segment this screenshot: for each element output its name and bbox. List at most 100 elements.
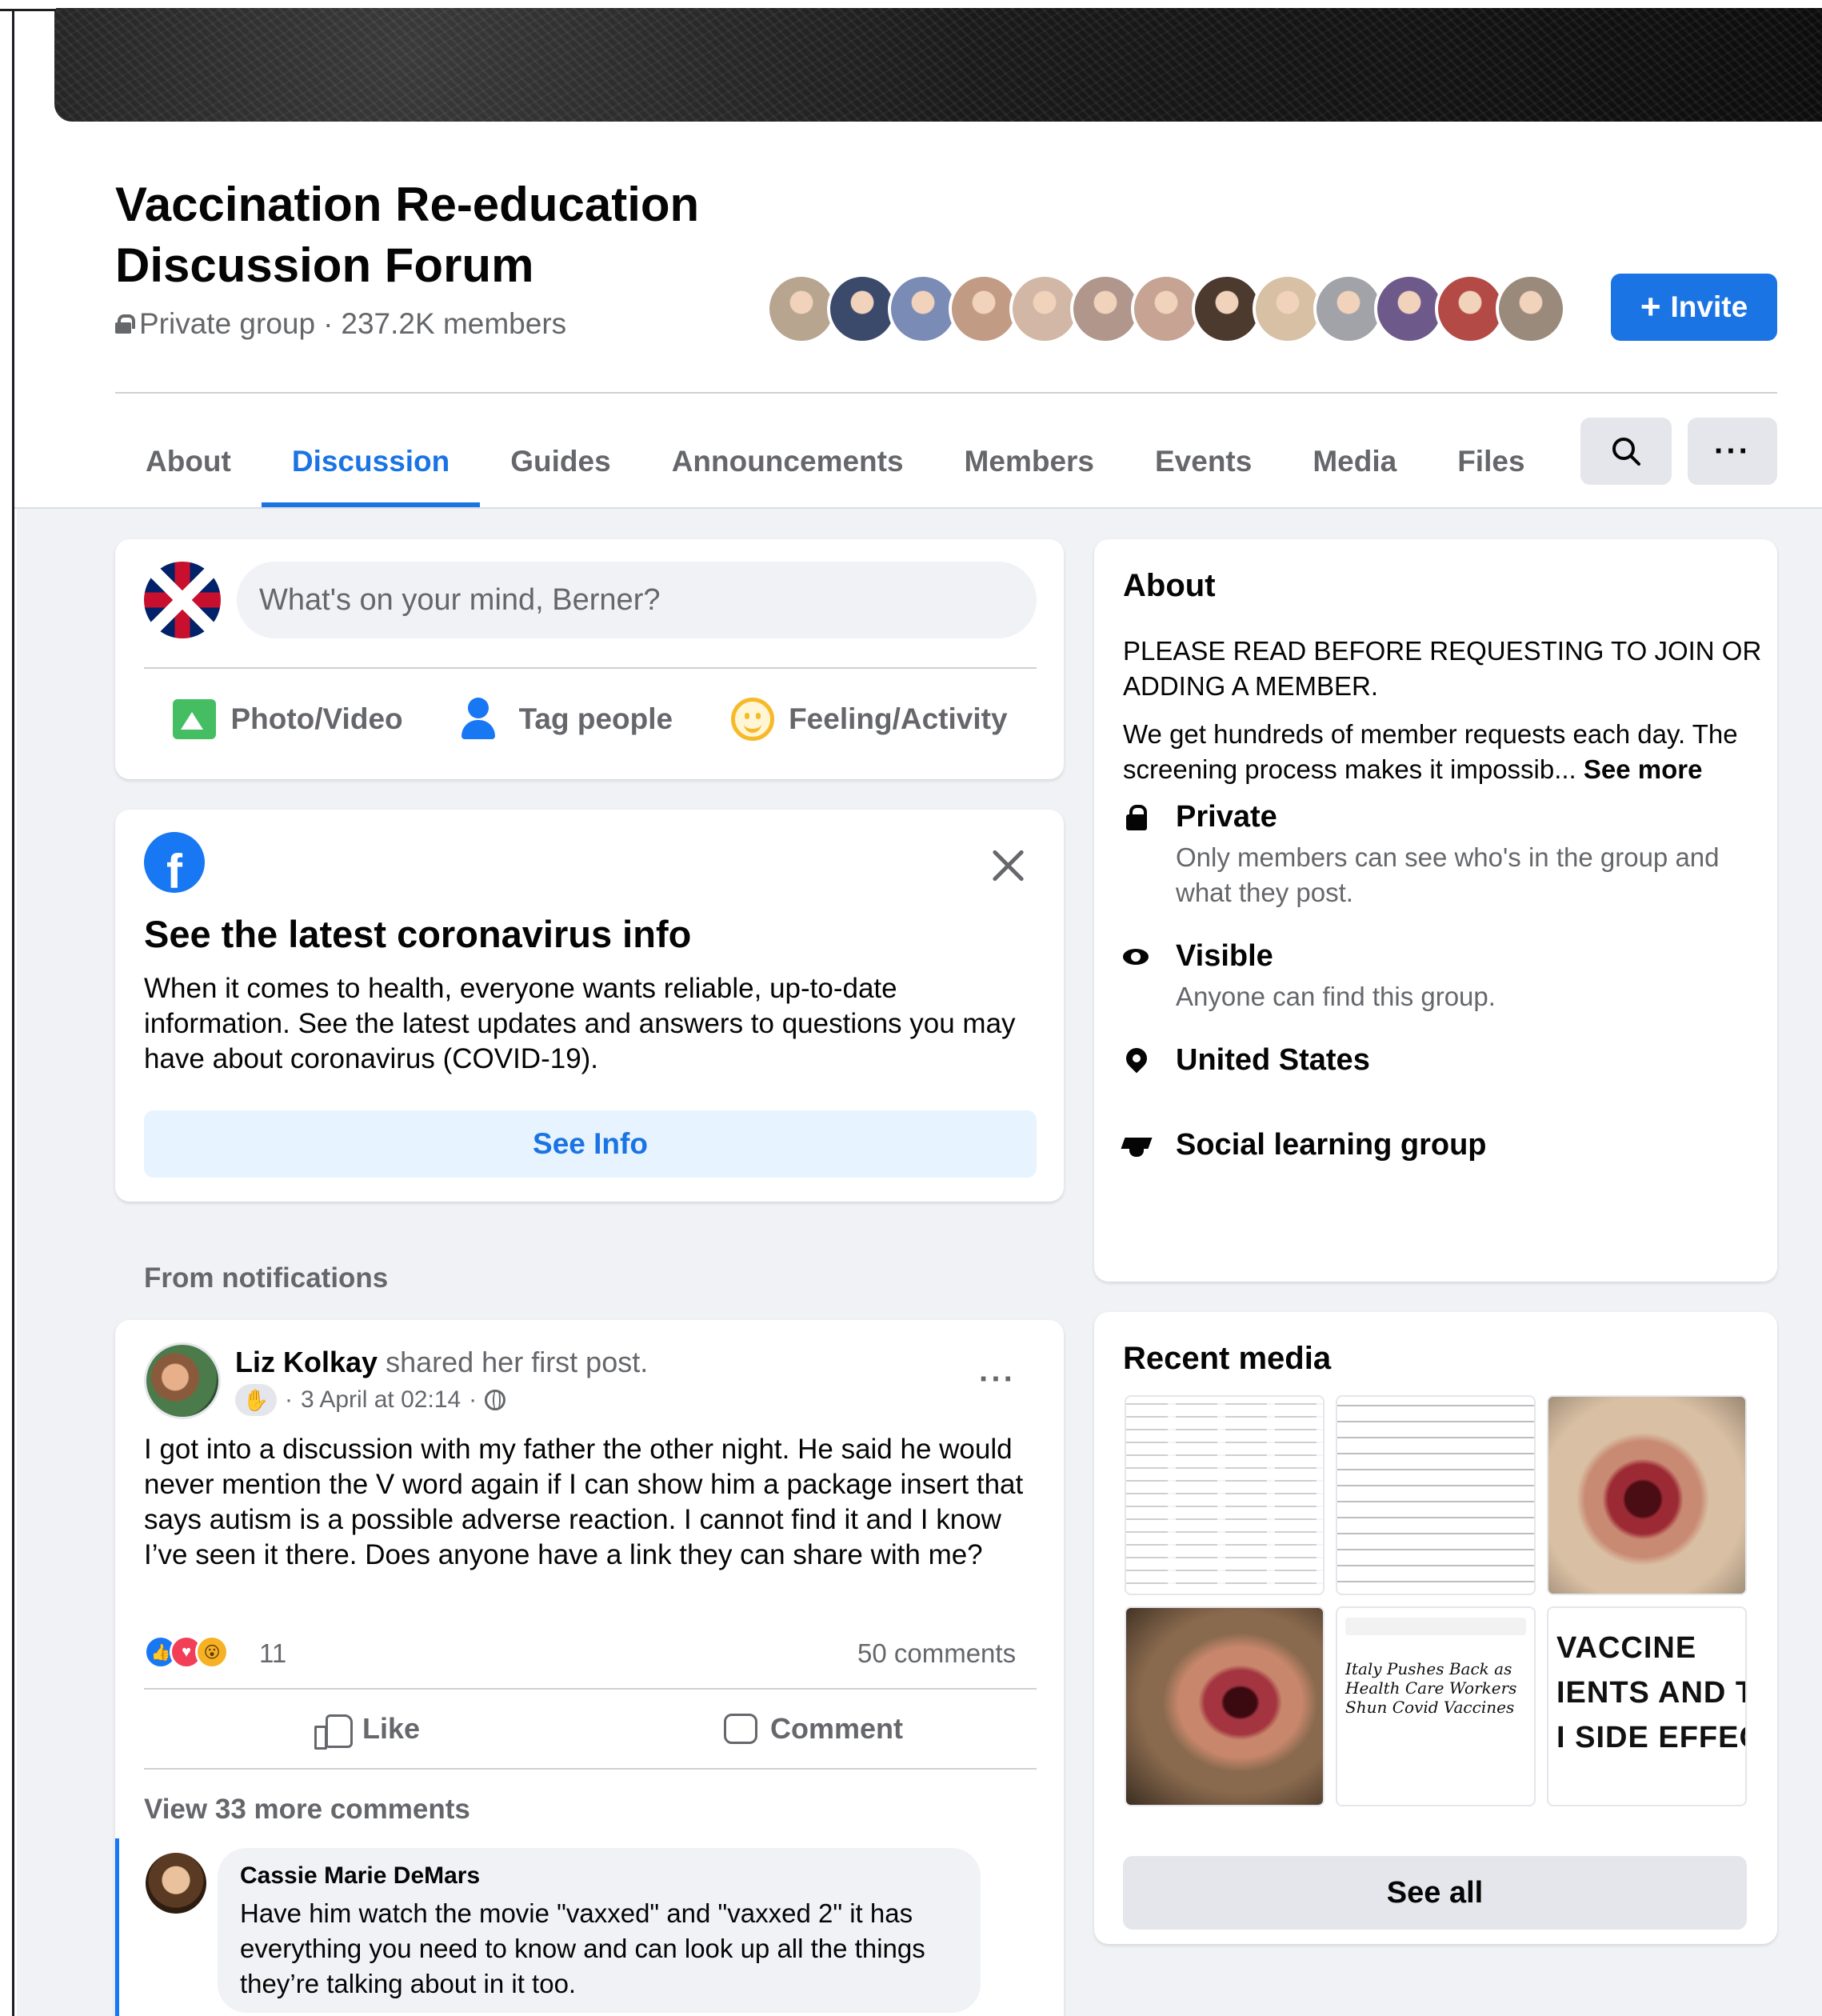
about-item-title: United States — [1176, 1043, 1370, 1077]
post-actions: Like Comment — [144, 1690, 1037, 1768]
post-timestamp[interactable]: 3 April at 02:14 — [301, 1386, 461, 1414]
composer-placeholder: What's on your mind, Berner? — [259, 582, 661, 617]
invite-button[interactable]: + Invite — [1611, 274, 1777, 341]
comment-button[interactable]: Comment — [590, 1690, 1037, 1768]
group-member-count[interactable]: 237.2K members — [341, 307, 566, 341]
about-description-1: PLEASE READ BEFORE REQUESTING TO JOIN OR… — [1123, 636, 1762, 701]
reactions-summary[interactable]: 👍 ♥ 😮 — [144, 1635, 229, 1669]
search-icon — [1612, 438, 1640, 466]
about-item-title: Visible — [1176, 939, 1273, 973]
media-grid: Italy Pushes Back as Health Care Workers… — [1125, 1395, 1747, 1806]
member-avatar[interactable] — [888, 274, 958, 344]
group-tabs: About Discussion Guides Announcements Member… — [115, 416, 1556, 507]
tab-members[interactable]: Members — [934, 416, 1125, 507]
search-button[interactable] — [1580, 418, 1672, 485]
member-avatar[interactable] — [1131, 274, 1201, 344]
tab-announcements[interactable]: Announcements — [641, 416, 934, 507]
comment-label: Comment — [769, 1712, 903, 1745]
reaction-count[interactable]: 11 — [259, 1638, 286, 1669]
more-options-button[interactable]: ··· — [1688, 418, 1777, 485]
media-thumbnail[interactable]: Italy Pushes Back as Health Care Workers… — [1336, 1606, 1536, 1806]
tag-people-icon — [461, 698, 505, 741]
media-thumbnail[interactable] — [1336, 1395, 1536, 1595]
media-thumbnail[interactable]: VACCINE IENTS AND T I SIDE EFFEC — [1547, 1606, 1747, 1806]
media-thumbnail[interactable] — [1125, 1606, 1325, 1806]
comment-count[interactable]: 50 comments — [857, 1638, 1016, 1669]
globe-icon — [485, 1390, 506, 1410]
member-avatar[interactable] — [1313, 274, 1384, 344]
tab-discussion[interactable]: Discussion — [261, 416, 481, 507]
media-thumbnail[interactable] — [1125, 1395, 1325, 1595]
commenter-avatar[interactable] — [146, 1853, 206, 1914]
member-avatar[interactable] — [1009, 274, 1080, 344]
composer-actions: Photo/Video Tag people Feeling/Activity — [144, 677, 1037, 762]
covid-body: When it comes to health, everyone wants … — [144, 973, 1016, 1074]
post-header-text: Liz Kolkay shared her first post. — [235, 1346, 648, 1379]
member-avatar[interactable] — [1253, 274, 1323, 344]
see-more-link[interactable]: See more — [1584, 754, 1703, 784]
member-avatar[interactable] — [827, 274, 897, 344]
like-button[interactable]: Like — [144, 1690, 590, 1768]
member-avatar[interactable] — [1192, 274, 1262, 344]
group-title[interactable]: Vaccination Re-education Discussion Foru… — [115, 174, 835, 296]
photo-video-button[interactable]: Photo/Video — [173, 699, 403, 739]
post-author-avatar[interactable] — [144, 1342, 221, 1419]
new-member-badge-icon[interactable]: ✋ — [235, 1384, 277, 1416]
tab-events[interactable]: Events — [1125, 416, 1282, 507]
see-info-label: See Info — [533, 1127, 648, 1160]
tab-about[interactable]: About — [115, 416, 262, 507]
view-more-comments[interactable]: View 33 more comments — [144, 1794, 470, 1826]
member-avatars[interactable] — [766, 274, 1566, 344]
post-divider-bottom — [144, 1768, 1037, 1770]
meta-separator: · — [285, 1386, 293, 1413]
member-avatar[interactable] — [1496, 274, 1566, 344]
tab-media[interactable]: Media — [1282, 416, 1427, 507]
recent-media-heading: Recent media — [1123, 1341, 1332, 1376]
lock-icon — [1123, 805, 1152, 834]
wow-reaction-icon: 😮 — [195, 1635, 229, 1669]
member-avatar[interactable] — [766, 274, 837, 344]
header-divider — [115, 392, 1777, 394]
vaccine-image-text: VACCINE IENTS AND T I SIDE EFFEC — [1556, 1631, 1747, 1754]
post-body: I got into a discussion with my father t… — [144, 1434, 1024, 1570]
media-thumbnail[interactable] — [1547, 1395, 1747, 1595]
graduation-cap-icon — [1123, 1133, 1152, 1162]
composer-divider — [144, 667, 1037, 669]
see-info-button[interactable]: See Info — [144, 1110, 1037, 1178]
commenter-name[interactable]: Cassie Marie DeMars — [240, 1862, 958, 1890]
facebook-logo-icon: f — [144, 832, 205, 893]
feeling-activity-button[interactable]: Feeling/Activity — [731, 698, 1008, 741]
browser-bar — [1345, 1618, 1526, 1635]
comment-icon — [723, 1714, 757, 1744]
tab-files[interactable]: Files — [1427, 416, 1555, 507]
post-meta: ✋ · 3 April at 02:14 · — [235, 1384, 506, 1416]
about-item-title: Social learning group — [1176, 1128, 1487, 1162]
group-title-line1: Vaccination Re-education — [115, 178, 700, 231]
member-avatar[interactable] — [1070, 274, 1141, 344]
group-privacy: Private group — [139, 307, 316, 340]
feed-post: Liz Kolkay shared her first post. ✋ · 3 … — [115, 1320, 1064, 2016]
close-icon[interactable] — [990, 848, 1025, 883]
eye-icon — [1123, 944, 1152, 973]
photo-video-icon — [173, 699, 217, 739]
about-heading: About — [1123, 568, 1216, 603]
from-notifications-label: From notifications — [144, 1262, 389, 1294]
tab-guides[interactable]: Guides — [480, 416, 641, 507]
thumbs-up-icon — [314, 1713, 353, 1750]
post-menu-button[interactable]: ··· — [979, 1362, 1016, 1398]
member-avatar[interactable] — [1374, 274, 1444, 344]
composer-input[interactable]: What's on your mind, Berner? — [237, 562, 1037, 638]
member-avatar[interactable] — [1435, 274, 1505, 344]
current-user-avatar[interactable] — [144, 562, 221, 638]
about-description-2: We get hundreds of member requests each … — [1123, 717, 1763, 787]
cover-photo[interactable] — [54, 8, 1822, 122]
see-all-button[interactable]: See all — [1123, 1856, 1747, 1930]
feeling-activity-label: Feeling/Activity — [789, 702, 1008, 735]
lock-icon — [115, 314, 135, 334]
see-all-label: See all — [1386, 1875, 1484, 1910]
member-avatar[interactable] — [949, 274, 1019, 344]
more-icon: ··· — [1714, 433, 1751, 469]
feeling-icon — [731, 698, 775, 741]
tag-people-button[interactable]: Tag people — [461, 698, 673, 741]
post-author-name[interactable]: Liz Kolkay — [235, 1346, 378, 1378]
